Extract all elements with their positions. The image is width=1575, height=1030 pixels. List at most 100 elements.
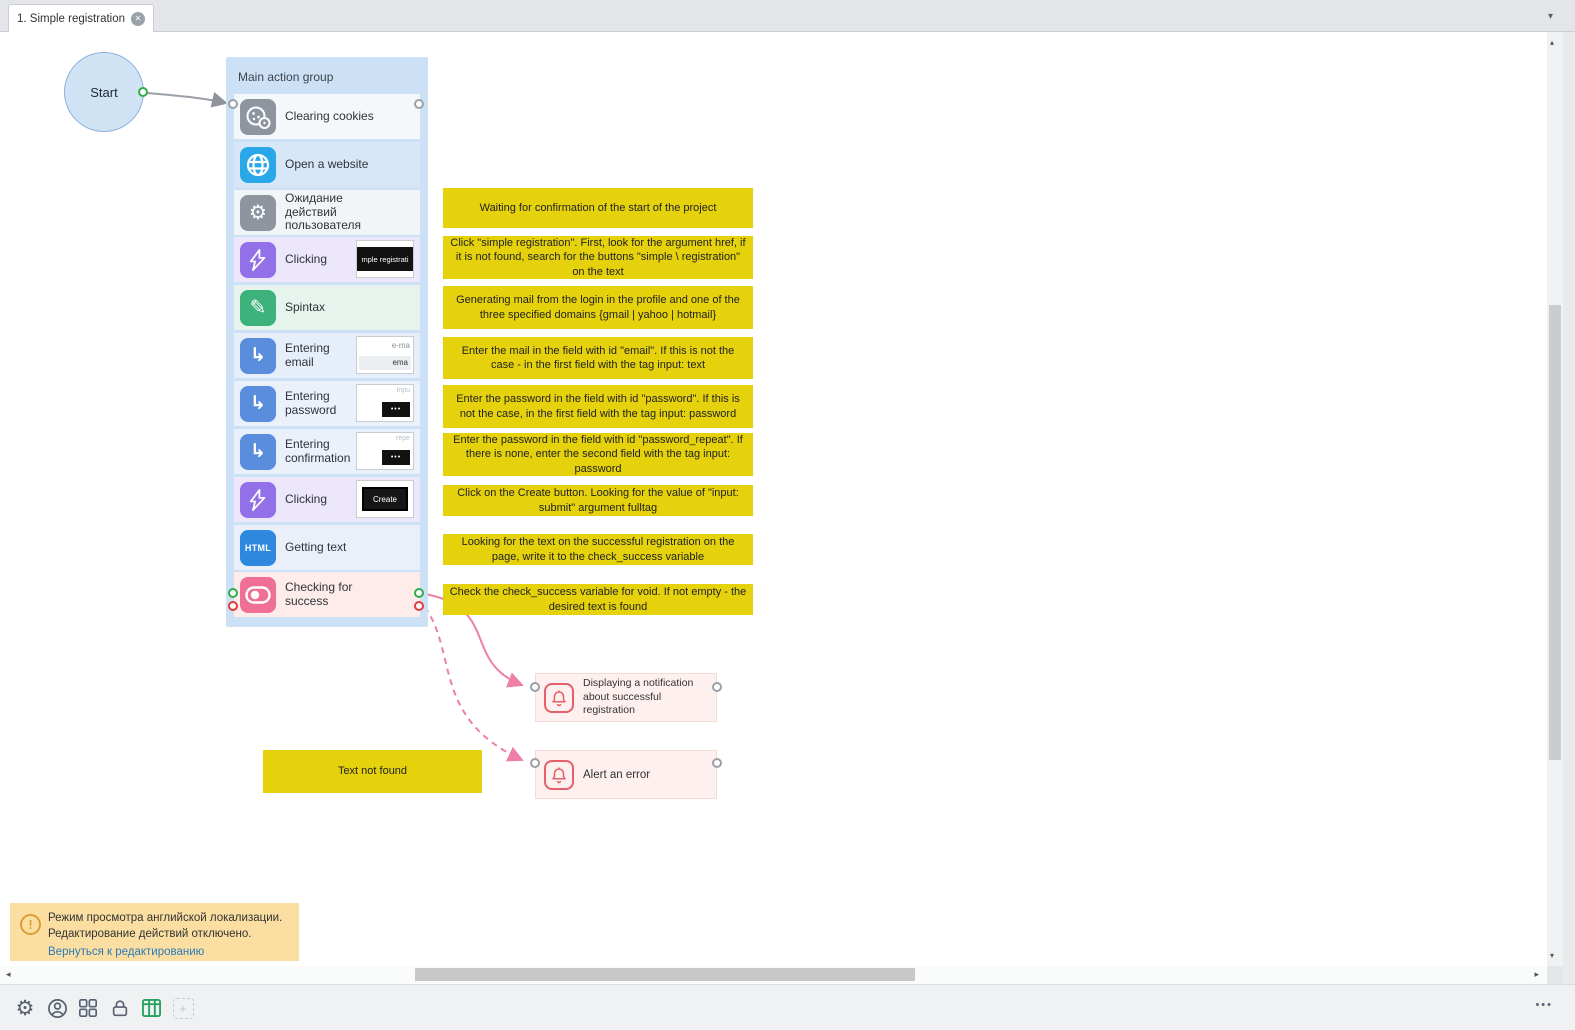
action-label: Spintax <box>285 301 325 315</box>
note[interactable]: Looking for the text on the successful r… <box>443 534 753 565</box>
more-icon[interactable]: ••• <box>1535 999 1553 1011</box>
error-node-input-port[interactable] <box>530 758 540 768</box>
preview-dots: ••• <box>382 450 410 465</box>
settings-icon[interactable]: ⚙ <box>14 997 36 1019</box>
element-preview: e-ma ema <box>356 336 414 374</box>
add-region-icon[interactable]: + <box>172 997 194 1019</box>
action-clearing-cookies[interactable]: Clearing cookies <box>234 94 420 139</box>
vertical-scrollbar[interactable]: ▴ ▾ <box>1547 32 1563 966</box>
bell-icon <box>544 760 574 790</box>
checking-error-left-port[interactable] <box>228 601 238 611</box>
tab-bar: 1. Simple registration ✕ ▾ <box>0 0 1575 32</box>
preview-text: ema <box>359 356 411 370</box>
edge-start-to-group <box>147 93 226 103</box>
action-label: Entering password <box>285 390 355 418</box>
note-text: Enter the password in the field with id … <box>449 433 747 476</box>
action-clicking-1[interactable]: Clicking mple registrati <box>234 237 420 282</box>
note-text: Click "simple registration". First, look… <box>449 236 747 279</box>
element-preview: Inpu ••• <box>356 384 414 422</box>
tab-list-dropdown-icon[interactable]: ▾ <box>1548 11 1553 22</box>
action-label: Clearing cookies <box>285 110 374 124</box>
checking-success-right-port[interactable] <box>414 588 424 598</box>
lock-icon[interactable] <box>109 997 131 1019</box>
grid-icon[interactable] <box>77 997 99 1019</box>
user-icon[interactable] <box>46 997 68 1019</box>
banner-line1: Режим просмотра английской локализации. <box>48 911 291 927</box>
gear-glyph: ⚙ <box>249 203 267 223</box>
workflow-canvas[interactable]: Start Waiting for confirmation of the st… <box>0 32 1547 966</box>
action-label: Ожидание действий пользователя <box>285 192 397 233</box>
note[interactable]: Waiting for confirmation of the start of… <box>443 188 753 228</box>
note[interactable]: Click on the Create button. Looking for … <box>443 485 753 516</box>
node-label: Alert an error <box>583 769 650 781</box>
element-preview: mple registrati <box>356 240 414 278</box>
action-spintax[interactable]: ✎ Spintax <box>234 285 420 330</box>
cookies-icon <box>240 99 276 135</box>
start-output-port[interactable] <box>138 87 148 97</box>
note[interactable]: Enter the password in the field with id … <box>443 433 753 476</box>
horizontal-scroll-thumb[interactable] <box>415 968 915 981</box>
scroll-up-icon[interactable]: ▴ <box>1550 38 1554 47</box>
success-node-input-port[interactable] <box>530 682 540 692</box>
tab-simple-registration[interactable]: 1. Simple registration ✕ <box>8 4 154 32</box>
enter-text-icon: ↳ <box>240 434 276 470</box>
note[interactable]: Click "simple registration". First, look… <box>443 236 753 279</box>
globe-icon <box>240 147 276 183</box>
pencil-icon: ✎ <box>240 290 276 326</box>
action-getting-text[interactable]: HTML Getting text <box>234 525 420 570</box>
action-label: Clicking <box>285 493 327 507</box>
action-label: Getting text <box>285 541 346 555</box>
note[interactable]: Enter the password in the field with id … <box>443 385 753 428</box>
group-input-port[interactable] <box>228 99 238 109</box>
action-label: Entering email <box>285 342 355 370</box>
action-entering-confirmation[interactable]: ↳ Entering confirmation repe ••• <box>234 429 420 474</box>
pencil-glyph: ✎ <box>250 298 267 318</box>
return-to-editing-link[interactable]: Вернуться к редактированию <box>48 946 291 958</box>
enter-arrow-glyph: ↳ <box>250 442 266 461</box>
success-node-output-port[interactable] <box>712 682 722 692</box>
note[interactable]: Enter the mail in the field with id "ema… <box>443 337 753 379</box>
action-label: Entering confirmation <box>285 438 355 466</box>
right-edge-strip <box>1563 32 1575 1030</box>
localization-warning-banner: ! Режим просмотра английской локализации… <box>10 903 299 961</box>
group-output-port[interactable] <box>414 99 424 109</box>
node-label: Displaying a notification about successf… <box>583 677 713 718</box>
horizontal-scrollbar[interactable]: ◂ ▸ <box>0 966 1547 984</box>
table-icon[interactable] <box>140 997 162 1019</box>
note-text: Check the check_success variable for voi… <box>449 585 747 614</box>
bell-icon <box>544 683 574 713</box>
note[interactable]: Check the check_success variable for voi… <box>443 584 753 615</box>
checking-error-right-port[interactable] <box>414 601 424 611</box>
vertical-scroll-thumb[interactable] <box>1549 305 1561 760</box>
banner-line2: Редактирование действий отключено. <box>48 927 291 943</box>
enter-text-icon: ↳ <box>240 338 276 374</box>
toggle-icon <box>240 577 276 613</box>
edge-error <box>425 607 522 760</box>
preview-dots: ••• <box>382 402 410 417</box>
node-success-notification[interactable]: Displaying a notification about successf… <box>535 673 717 722</box>
group-title: Main action group <box>238 70 333 84</box>
preview-text: e-ma <box>392 341 410 350</box>
error-node-output-port[interactable] <box>712 758 722 768</box>
note[interactable]: Generating mail from the login in the pr… <box>443 286 753 329</box>
scroll-left-icon[interactable]: ◂ <box>6 969 11 980</box>
note-text-not-found[interactable]: Text not found <box>263 750 482 793</box>
action-wait-user[interactable]: ⚙ Ожидание действий пользователя <box>234 190 420 235</box>
main-action-group[interactable]: Main action group Clearing cookies <box>226 57 428 627</box>
note-text: Click on the Create button. Looking for … <box>449 486 747 515</box>
action-entering-email[interactable]: ↳ Entering email e-ma ema <box>234 333 420 378</box>
checking-success-left-port[interactable] <box>228 588 238 598</box>
tab-close-icon[interactable]: ✕ <box>131 12 145 26</box>
scroll-right-icon[interactable]: ▸ <box>1534 969 1539 980</box>
gear-icon: ⚙ <box>240 195 276 231</box>
action-open-website[interactable]: Open a website <box>234 142 420 187</box>
action-entering-password[interactable]: ↳ Entering password Inpu ••• <box>234 381 420 426</box>
action-checking-success[interactable]: Checking for success <box>234 572 420 617</box>
start-node[interactable]: Start <box>64 52 144 132</box>
bottom-toolbar: ⚙ + ••• <box>0 984 1575 1030</box>
note-text: Enter the mail in the field with id "ema… <box>449 344 747 373</box>
preview-button-text: Create <box>362 487 408 511</box>
node-alert-error[interactable]: Alert an error <box>535 750 717 799</box>
action-clicking-2[interactable]: Clicking Create <box>234 477 420 522</box>
scroll-down-icon[interactable]: ▾ <box>1550 951 1554 960</box>
